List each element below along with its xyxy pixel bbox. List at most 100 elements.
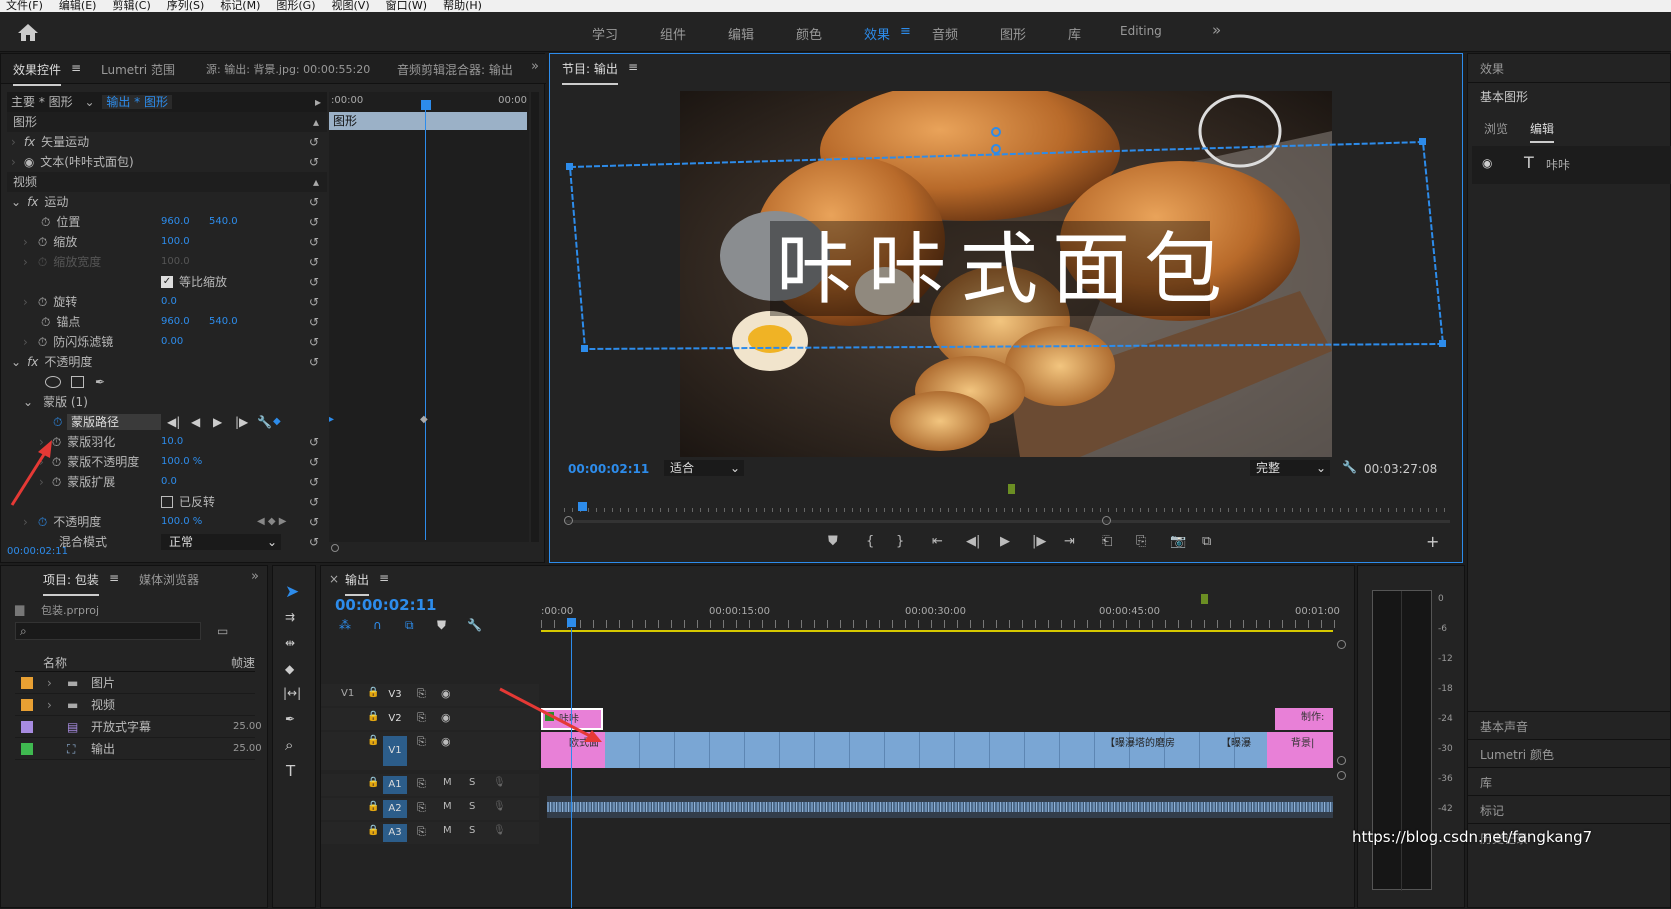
ec-clip-bar[interactable]: 图形 xyxy=(329,112,527,130)
reset-icon[interactable]: ↺ xyxy=(309,472,319,492)
col-fps[interactable]: 帧速 xyxy=(231,654,255,671)
stopwatch-icon[interactable]: ⏱ xyxy=(53,412,62,432)
menu-marker[interactable]: 标记(M) xyxy=(220,0,260,12)
type-tool-icon[interactable]: T xyxy=(286,762,295,780)
extract-icon[interactable]: ⎘ xyxy=(1136,534,1146,549)
track-target[interactable]: V1 xyxy=(383,736,407,766)
play-icon[interactable]: ▶ xyxy=(1000,534,1010,549)
ec-zoom-handle[interactable] xyxy=(331,544,339,552)
stopwatch-icon[interactable]: ⏱ xyxy=(52,435,61,449)
track-target[interactable]: V3 xyxy=(383,686,407,704)
keyframe-toggle-icon[interactable]: ◆ xyxy=(273,412,281,432)
menu-clip[interactable]: 剪辑(C) xyxy=(112,0,150,12)
ellipse-mask-icon[interactable] xyxy=(45,376,61,388)
tab-menu-icon[interactable]: ≡ xyxy=(71,61,81,75)
source-patch[interactable]: V1 xyxy=(341,688,354,699)
label-color-swatch[interactable] xyxy=(21,677,33,689)
work-area-bar[interactable] xyxy=(541,630,1333,632)
nest-icon[interactable]: ⁂ xyxy=(339,618,351,632)
sync-lock-icon[interactable]: ⎘ xyxy=(417,777,426,791)
workspace-effects[interactable]: 效果 xyxy=(864,24,890,43)
sync-lock-icon[interactable]: ⎘ xyxy=(417,711,426,725)
mute-button[interactable]: M xyxy=(443,825,452,836)
v2-clip-title[interactable]: 咔咔 xyxy=(541,708,603,730)
v1-clip-background[interactable]: 背景| xyxy=(1267,732,1333,768)
sync-lock-icon[interactable]: ⎘ xyxy=(417,687,426,701)
tab-project[interactable]: 项目: 包装 xyxy=(43,571,99,596)
track-backward-icon[interactable]: ◀| xyxy=(167,412,180,432)
ec-playhead-handle[interactable] xyxy=(421,100,431,110)
panel-essential-sound[interactable]: 基本声音 xyxy=(1480,718,1528,735)
position-y[interactable]: 540.0 xyxy=(209,212,238,232)
sequence-marker-icon[interactable] xyxy=(1201,594,1208,604)
sync-lock-icon[interactable]: ⎘ xyxy=(417,825,426,839)
add-marker-icon[interactable]: ⛊ xyxy=(828,534,838,549)
anchor-x[interactable]: 960.0 xyxy=(161,312,190,332)
anchor-y[interactable]: 540.0 xyxy=(209,312,238,332)
tab-source[interactable]: 源: 输出: 背景.jpg: 00:00:55:20 xyxy=(206,61,370,77)
lock-icon[interactable]: 🔒 xyxy=(367,687,379,698)
quality-select[interactable]: 完整 ⌄ xyxy=(1250,460,1330,476)
lock-icon[interactable]: 🔒 xyxy=(367,711,379,722)
solo-button[interactable]: S xyxy=(469,825,475,836)
breadcrumb-sequence[interactable]: 输出 * 图形 xyxy=(102,95,172,109)
workspace-editing-en[interactable]: Editing xyxy=(1120,24,1162,38)
microphone-icon[interactable]: 🎙 xyxy=(493,825,506,836)
menu-edit[interactable]: 编辑(E) xyxy=(59,0,97,12)
program-scrub-bar[interactable] xyxy=(564,502,1450,518)
track-area[interactable]: 咔咔 制作: 欧式面 【曝瀑塔的磨房 【曝瀑 背景| xyxy=(541,618,1335,909)
label-color-swatch[interactable] xyxy=(21,699,33,711)
project-item[interactable]: › ▬ 图片 xyxy=(15,672,255,694)
workspace-learn[interactable]: 学习 xyxy=(592,24,618,43)
antiflicker-value[interactable]: 0.00 xyxy=(161,332,183,352)
program-zoom-bar[interactable] xyxy=(564,520,1450,523)
mute-button[interactable]: M xyxy=(443,777,452,788)
scroll-handle-bottom[interactable] xyxy=(1337,771,1346,780)
solo-button[interactable]: S xyxy=(469,777,475,788)
new-bin-icon[interactable]: ▭ xyxy=(217,624,228,638)
close-sequence-icon[interactable]: × xyxy=(329,572,339,586)
essential-graphics-title[interactable]: 基本图形 xyxy=(1480,88,1528,105)
pen-tool-icon[interactable]: ✒ xyxy=(285,712,295,726)
timeline-settings-icon[interactable]: 🔧 xyxy=(467,618,482,632)
label-color-swatch[interactable] xyxy=(21,743,33,755)
razor-tool-icon[interactable]: ◆ xyxy=(285,662,294,676)
tab-sequence[interactable]: 输出 xyxy=(345,571,370,596)
workspace-color[interactable]: 颜色 xyxy=(796,24,822,43)
lock-icon[interactable]: 🔒 xyxy=(367,777,379,788)
stopwatch-icon[interactable]: ⏱ xyxy=(52,475,61,489)
add-button-icon[interactable]: + xyxy=(1426,532,1439,551)
home-icon[interactable] xyxy=(16,22,40,42)
row-position[interactable]: ⏱ 位置 960.0 540.0 ↺ xyxy=(7,212,327,232)
mark-out-icon[interactable]: } xyxy=(896,534,904,549)
expand-chevron-icon[interactable]: › xyxy=(47,694,52,716)
row-mask-path[interactable]: ⏱ 蒙版路径 ◀| ◀ ▶ |▶ 🔧 ◆ xyxy=(7,412,327,432)
tab-audio-clip-mixer[interactable]: 音频剪辑混合器: 输出 xyxy=(397,61,512,78)
mute-button[interactable]: M xyxy=(443,801,452,812)
eye-icon[interactable]: ◉ xyxy=(24,155,34,169)
project-item[interactable]: ▤ 开放式字幕 25.00 xyxy=(15,716,262,738)
track-prev-frame-icon[interactable]: ◀ xyxy=(191,412,200,432)
mask-path-outline[interactable] xyxy=(550,54,1462,474)
project-item[interactable]: ⛶ 输出 25.00 xyxy=(15,738,262,760)
eye-icon[interactable]: ◉ xyxy=(441,735,451,748)
v1-track-clips[interactable]: 欧式面 【曝瀑塔的磨房 【曝瀑 背景| xyxy=(541,732,1333,768)
track-select-tool-icon[interactable]: ⇉ xyxy=(285,610,295,624)
row-mask-expansion[interactable]: › ⏱ 蒙版扩展 0.0 ↺ xyxy=(7,472,327,492)
track-target[interactable]: A3 xyxy=(383,824,407,842)
project-search-input[interactable]: ⌕ xyxy=(15,622,201,640)
ripple-edit-tool-icon[interactable]: ⇹ xyxy=(285,636,295,650)
panel-lumetri-color[interactable]: Lumetri 颜色 xyxy=(1480,746,1554,763)
mask-opacity-value[interactable]: 100.0 % xyxy=(161,452,202,472)
wrench-icon[interactable]: 🔧 xyxy=(1342,460,1357,474)
tab-media-browser[interactable]: 媒体浏览器 xyxy=(139,571,199,588)
panel-libraries[interactable]: 库 xyxy=(1480,774,1492,791)
tab-lumetri-scopes[interactable]: Lumetri 范围 xyxy=(101,61,175,78)
row-motion[interactable]: ⌄ fx 运动 ↺ xyxy=(7,192,327,212)
tabs-overflow-icon[interactable]: » xyxy=(531,59,539,74)
stopwatch-icon[interactable]: ⏱ xyxy=(38,335,47,349)
workspace-audio[interactable]: 音频 xyxy=(932,24,958,43)
snap-icon[interactable]: ∩ xyxy=(373,618,382,632)
menu-view[interactable]: 视图(V) xyxy=(332,0,370,12)
timeline-playhead[interactable] xyxy=(567,618,576,627)
